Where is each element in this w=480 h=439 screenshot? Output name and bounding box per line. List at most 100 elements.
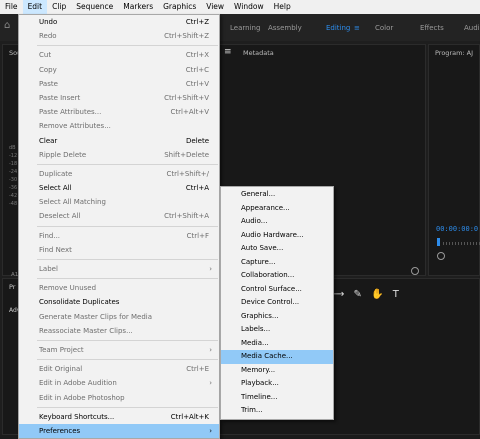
edit-menu-item-edit-original[interactable]: Edit Original Ctrl+E	[19, 362, 219, 376]
menu-edit[interactable]: Edit	[22, 0, 48, 14]
chevron-right-icon: ›	[209, 345, 212, 354]
edit-menu-item-redo[interactable]: Redo Ctrl+Shift+Z	[19, 29, 219, 43]
preferences-item-general[interactable]: General...	[221, 188, 333, 202]
edit-menu-item-select-all-matching[interactable]: Select All Matching	[19, 195, 219, 209]
menu-item-label: Select All Matching	[39, 198, 106, 207]
edit-menu-item-select-all[interactable]: Select All Ctrl+A	[19, 181, 219, 195]
meter-tick-label: dB	[9, 145, 16, 151]
meter-tick-label: -30	[9, 177, 18, 183]
workspace-tab-learning[interactable]: Learning	[230, 24, 260, 32]
edit-menu-item-team-project[interactable]: Team Project ›	[19, 343, 219, 357]
edit-menu-item-remove-unused[interactable]: Remove Unused	[19, 281, 219, 295]
menu-item-label: Clear	[39, 136, 58, 145]
edit-menu-item-preferences[interactable]: Preferences ›	[19, 423, 219, 439]
home-icon[interactable]: ⌂	[4, 20, 18, 34]
program-timecode[interactable]: 00:00:00:0	[436, 225, 478, 233]
preferences-item-appearance[interactable]: Appearance...	[221, 202, 333, 216]
chevron-right-icon: ›	[209, 426, 212, 435]
preferences-item-media[interactable]: Media...	[221, 337, 333, 351]
preferences-item-device-control[interactable]: Device Control...	[221, 296, 333, 310]
menu-item-shortcut: Ctrl+A	[185, 184, 209, 193]
hand-tool-icon[interactable]: ✋	[371, 289, 383, 300]
menu-item-shortcut: Ctrl+Alt+V	[170, 108, 209, 117]
menu-file[interactable]: File	[0, 0, 23, 14]
menu-item-label: Reassociate Master Clips...	[39, 326, 133, 335]
preferences-item-control-surface[interactable]: Control Surface...	[221, 283, 333, 297]
menu-item-shortcut: Ctrl+Alt+K	[170, 412, 209, 421]
hamburger-icon[interactable]: ≡	[354, 24, 360, 32]
menu-separator	[37, 225, 218, 227]
edit-menu-item-deselect-all[interactable]: Deselect All Ctrl+Shift+A	[19, 209, 219, 223]
playhead-circle-icon[interactable]	[411, 267, 419, 275]
edit-menu-item-paste-attributes[interactable]: Paste Attributes... Ctrl+Alt+V	[19, 105, 219, 119]
menu-item-label: Cut	[39, 51, 52, 60]
preferences-item-capture[interactable]: Capture...	[221, 256, 333, 270]
preferences-item-auto-save[interactable]: Auto Save...	[221, 242, 333, 256]
menu-graphics[interactable]: Graphics	[158, 0, 201, 14]
meter-tick-label: -24	[9, 169, 18, 175]
edit-menu-item-edit-in-adobe-audition[interactable]: Edit in Adobe Audition ›	[19, 376, 219, 390]
program-panel-title[interactable]: Program: AJ	[435, 49, 473, 57]
preferences-item-graphics[interactable]: Graphics...	[221, 310, 333, 324]
workspace-tab-color[interactable]: Color	[375, 24, 393, 32]
edit-menu-item-find-next[interactable]: Find Next	[19, 243, 219, 257]
pen-tool-icon[interactable]: ✎	[354, 289, 362, 300]
metadata-panel-title[interactable]: Metadata	[243, 49, 274, 57]
time-ruler[interactable]	[443, 242, 480, 245]
menu-markers[interactable]: Markers	[118, 0, 158, 14]
preferences-item-playback[interactable]: Playback...	[221, 377, 333, 391]
workspace-tab-assembly[interactable]: Assembly	[268, 24, 302, 32]
edit-menu-item-ripple-delete[interactable]: Ripple Delete Shift+Delete	[19, 148, 219, 162]
preferences-item-labels[interactable]: Labels...	[221, 323, 333, 337]
edit-menu-item-edit-in-adobe-photoshop[interactable]: Edit in Adobe Photoshop	[19, 391, 219, 405]
edit-menu-item-paste[interactable]: Paste Ctrl+V	[19, 77, 219, 91]
menu-item-label: Redo	[39, 32, 57, 41]
meter-tick-label: -36	[9, 185, 18, 191]
menu-sequence[interactable]: Sequence	[71, 0, 118, 14]
workspace-tab-effects[interactable]: Effects	[420, 24, 444, 32]
edit-menu-item-label[interactable]: Label ›	[19, 262, 219, 276]
playhead-circle-icon[interactable]	[437, 252, 445, 260]
edit-menu-item-clear[interactable]: Clear Delete	[19, 134, 219, 148]
audio-meter-scale: dB -12 -18 -24 -30 -36 -42 -48	[9, 144, 17, 208]
menu-window[interactable]: Window	[229, 0, 269, 14]
menu-clip[interactable]: Clip	[47, 0, 71, 14]
preferences-item-audio-hardware[interactable]: Audio Hardware...	[221, 229, 333, 243]
edit-menu-item-consolidate-duplicates[interactable]: Consolidate Duplicates	[19, 295, 219, 309]
menu-item-label: Paste Attributes...	[39, 108, 102, 117]
menu-item-label: Consolidate Duplicates	[39, 298, 120, 307]
menu-item-label: Select All	[39, 184, 72, 193]
menu-item-label: Edit in Adobe Audition	[39, 379, 117, 388]
menu-item-label: Edit in Adobe Photoshop	[39, 393, 125, 402]
edit-menu-item-undo[interactable]: Undo Ctrl+Z	[19, 15, 219, 29]
edit-menu-item-duplicate[interactable]: Duplicate Ctrl+Shift+/	[19, 167, 219, 181]
edit-menu-item-paste-insert[interactable]: Paste Insert Ctrl+Shift+V	[19, 91, 219, 105]
menu-item-label: Generate Master Clips for Media	[39, 312, 153, 321]
preferences-item-audio[interactable]: Audio...	[221, 215, 333, 229]
menu-item-label: Preferences	[39, 426, 81, 435]
edit-menu-item-copy[interactable]: Copy Ctrl+C	[19, 63, 219, 77]
chevron-right-icon: ›	[209, 265, 212, 273]
edit-menu-item-generate-master-clips-for-media[interactable]: Generate Master Clips for Media	[19, 310, 219, 324]
menu-item-label: Copy	[39, 65, 57, 74]
workspace-tab-audio[interactable]: Audio	[464, 24, 480, 32]
preferences-item-timeline[interactable]: Timeline...	[221, 391, 333, 405]
menu-help[interactable]: Help	[269, 0, 296, 14]
workspace-tab-editing[interactable]: Editing	[326, 24, 350, 32]
edit-menu-item-find[interactable]: Find... Ctrl+F	[19, 229, 219, 243]
type-tool-icon[interactable]: T	[393, 289, 399, 300]
playhead-marker[interactable]	[437, 238, 440, 246]
preferences-item-trim[interactable]: Trim...	[221, 404, 333, 418]
panel-menu-icon[interactable]: ≡	[224, 47, 232, 57]
project-panel-tab[interactable]: Pr	[9, 283, 15, 291]
preferences-item-memory[interactable]: Memory...	[221, 364, 333, 378]
edit-menu-item-keyboard-shortcuts[interactable]: Keyboard Shortcuts... Ctrl+Alt+K	[19, 410, 219, 424]
edit-menu-item-reassociate-master-clips[interactable]: Reassociate Master Clips...	[19, 324, 219, 338]
edit-menu-item-remove-attributes[interactable]: Remove Attributes...	[19, 119, 219, 133]
preferences-item-media-cache[interactable]: Media Cache...	[221, 350, 333, 364]
menu-item-shortcut: Ctrl+Z	[185, 18, 209, 26]
edit-menu-item-cut[interactable]: Cut Ctrl+X	[19, 48, 219, 62]
meter-tick-label: -42	[9, 193, 18, 199]
menu-view[interactable]: View	[201, 0, 229, 14]
preferences-item-collaboration[interactable]: Collaboration...	[221, 269, 333, 283]
